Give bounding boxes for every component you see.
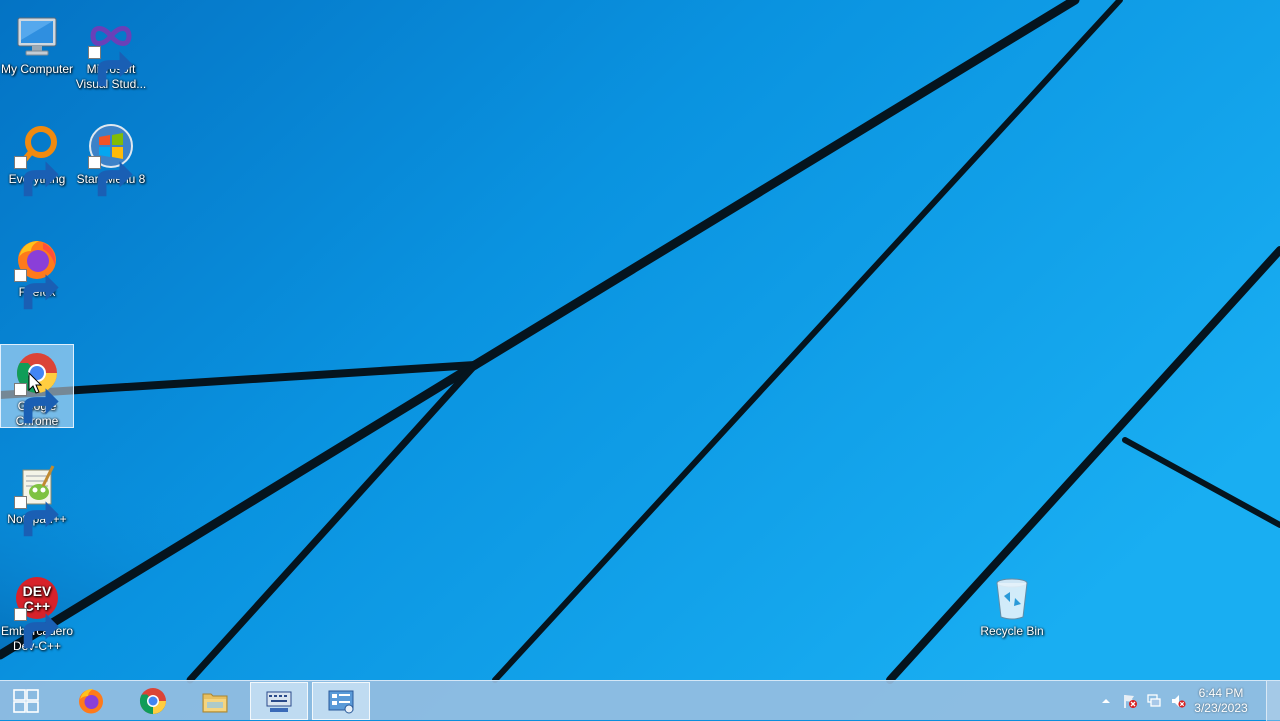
taskbar-control-panel-button[interactable] bbox=[312, 682, 370, 720]
desktop-icon-firefox[interactable]: Firefox bbox=[0, 231, 74, 310]
folder-icon bbox=[202, 693, 228, 713]
shortcut-arrow-icon bbox=[88, 156, 133, 197]
network-icon[interactable] bbox=[1146, 693, 1162, 709]
desktop-icon-recycle-bin[interactable]: Recycle Bin bbox=[975, 570, 1049, 639]
firefox-icon bbox=[79, 689, 103, 714]
taskbar-chrome-button[interactable] bbox=[124, 682, 182, 720]
taskbar-keyboard-button[interactable] bbox=[250, 682, 308, 720]
chrome-icon bbox=[139, 688, 166, 715]
firefox-icon bbox=[13, 235, 61, 310]
svg-text:DEV: DEV bbox=[23, 583, 52, 599]
desktop-wallpaper bbox=[0, 0, 1280, 720]
icon-label: Recycle Bin bbox=[980, 624, 1044, 638]
show-hidden-icons-chevron[interactable] bbox=[1098, 693, 1114, 709]
taskbar-firefox-button[interactable] bbox=[62, 682, 120, 720]
desktop-icon-start-menu-8[interactable]: Start Menu 8 bbox=[74, 118, 148, 197]
taskbar: 6:44 PM 3/23/2023 bbox=[0, 680, 1280, 721]
taskbar-clock[interactable]: 6:44 PM 3/23/2023 bbox=[1186, 686, 1256, 716]
dev-cpp-icon: DEV C++ bbox=[13, 574, 61, 649]
recycle-bin-icon bbox=[988, 574, 1036, 622]
desktop-icon-notepad-plus-plus[interactable]: Notepad++ bbox=[0, 458, 74, 537]
show-desktop-button[interactable] bbox=[1266, 681, 1280, 721]
action-center-flag-icon[interactable] bbox=[1122, 693, 1138, 709]
windows-start-icon bbox=[13, 689, 39, 713]
control-panel-icon bbox=[328, 690, 354, 714]
keyboard-icon bbox=[266, 691, 292, 712]
start-menu-8-icon bbox=[87, 122, 135, 197]
shortcut-arrow-icon bbox=[14, 269, 59, 310]
visual-studio-icon bbox=[87, 12, 135, 87]
shortcut-arrow-icon bbox=[14, 608, 59, 649]
desktop-icon-visual-studio[interactable]: Microsoft Visual Stud... bbox=[74, 8, 148, 92]
shortcut-arrow-icon bbox=[14, 156, 59, 197]
shortcut-arrow-icon bbox=[14, 383, 59, 424]
clock-time: 6:44 PM bbox=[1198, 686, 1244, 700]
clock-date: 3/23/2023 bbox=[1194, 701, 1248, 715]
start-button[interactable] bbox=[0, 682, 52, 720]
shortcut-arrow-icon bbox=[88, 46, 133, 87]
notepad-plus-plus-icon bbox=[13, 462, 61, 537]
mouse-cursor-icon bbox=[28, 372, 42, 394]
icon-label: My Computer bbox=[0, 62, 74, 76]
desktop-icon-dev-cpp[interactable]: DEV C++ Embarcadero Dev-C++ bbox=[0, 570, 74, 654]
my-computer-icon bbox=[13, 12, 61, 60]
taskbar-file-explorer-button[interactable] bbox=[186, 682, 244, 720]
desktop-icon-everything[interactable]: Everything bbox=[0, 118, 74, 197]
shortcut-arrow-icon bbox=[14, 496, 59, 537]
desktop-icon-my-computer[interactable]: My Computer bbox=[0, 8, 74, 77]
volume-muted-icon[interactable] bbox=[1170, 693, 1186, 709]
everything-search-icon bbox=[13, 122, 61, 197]
